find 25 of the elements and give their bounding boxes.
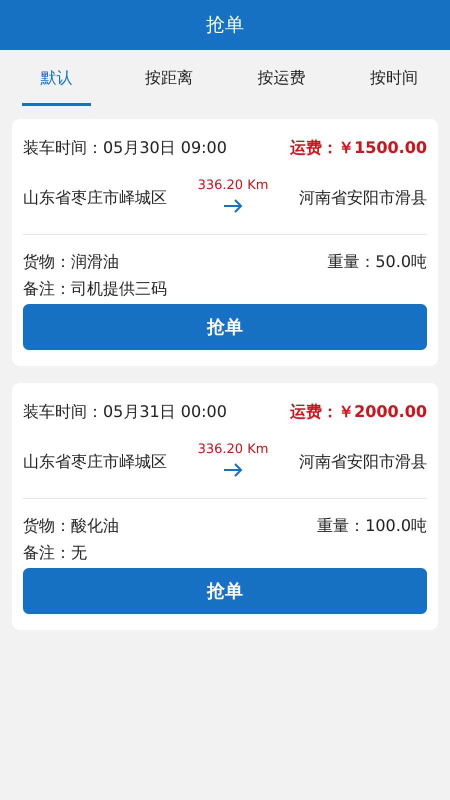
load-time: 装车时间：05月31日 00:00 bbox=[23, 401, 227, 423]
destination-address: 河南省安阳市滑县 bbox=[298, 186, 427, 208]
remark: 备注：无 bbox=[23, 542, 87, 564]
page-title: 抢单 bbox=[206, 12, 244, 38]
load-time: 装车时间：05月30日 09:00 bbox=[23, 137, 227, 159]
freight-fee: 运费：￥2000.00 bbox=[290, 401, 427, 423]
arrow-icon bbox=[223, 462, 243, 477]
destination-address: 河南省安阳市滑县 bbox=[298, 450, 427, 472]
origin-address: 山东省枣庄市峄城区 bbox=[23, 450, 168, 472]
distance: 336.20 Km bbox=[198, 441, 268, 460]
freight-fee: 运费：￥1500.00 bbox=[290, 137, 427, 159]
grab-order-button[interactable]: 抢单 bbox=[23, 568, 427, 614]
distance: 336.20 Km bbox=[198, 177, 268, 196]
origin-address: 山东省枣庄市峄城区 bbox=[23, 186, 168, 208]
remark: 备注：司机提供三码 bbox=[23, 278, 167, 300]
tab[interactable]: 按距离 bbox=[134, 50, 203, 106]
tab[interactable]: 按运费 bbox=[247, 50, 316, 106]
grab-order-button[interactable]: 抢单 bbox=[23, 304, 427, 350]
tab[interactable]: 默认 bbox=[22, 50, 90, 106]
weight-info: 重量：100.0吨 bbox=[317, 515, 427, 537]
cargo-info: 货物：酸化油 bbox=[23, 515, 119, 537]
cargo-info: 货物：润滑油 bbox=[23, 251, 119, 273]
tab[interactable]: 按时间 bbox=[360, 50, 428, 106]
weight-info: 重量：50.0吨 bbox=[327, 251, 427, 273]
arrow-icon bbox=[223, 198, 243, 213]
